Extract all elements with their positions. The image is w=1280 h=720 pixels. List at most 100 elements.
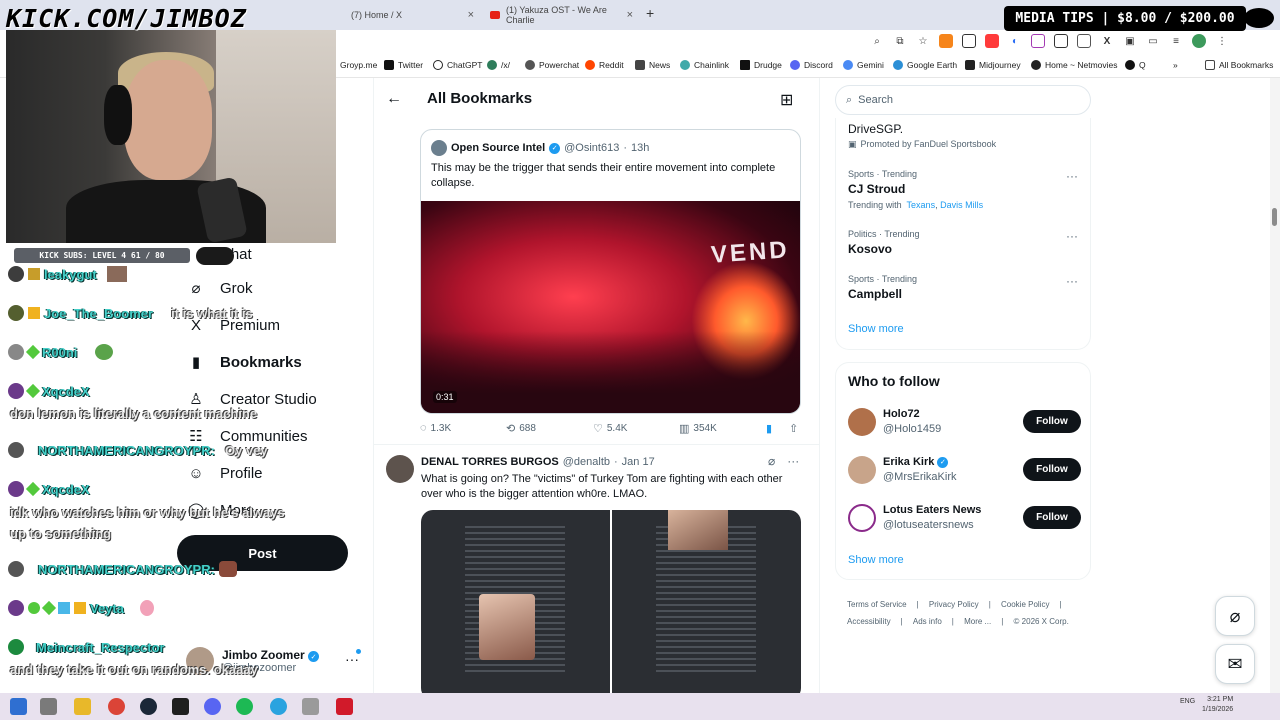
quoted-post[interactable]: Open Source Intel ✓ @Osint613 · 13h This…	[420, 129, 801, 414]
bookmark-news[interactable]: News	[635, 60, 670, 70]
like-button[interactable]: ♡ 5.4K	[593, 422, 627, 435]
new-tab-icon[interactable]: +	[646, 5, 654, 21]
bookmark-x[interactable]: /x/	[487, 60, 510, 70]
more-icon[interactable]: ···	[787, 454, 799, 468]
bookmark-button[interactable]: ▮	[766, 422, 772, 435]
bookmark-q[interactable]: Q	[1125, 60, 1146, 70]
discord-icon[interactable]	[204, 698, 221, 715]
share-button[interactable]: ⇧	[789, 422, 798, 435]
grok-icon[interactable]: ⌀	[768, 454, 775, 468]
puzzle-icon[interactable]: ▣	[1123, 34, 1137, 48]
telegram-icon[interactable]	[270, 698, 287, 715]
follow-button[interactable]: Follow	[1023, 458, 1081, 481]
repost-button[interactable]: ⟲ 688	[506, 422, 536, 435]
trend-item[interactable]: Politics · Trending Kosovo ···	[848, 229, 1084, 256]
more-icon[interactable]: ···	[1066, 229, 1078, 243]
x-logo-icon[interactable]: X	[1100, 34, 1114, 48]
extension-icon[interactable]	[985, 34, 999, 48]
footer-link[interactable]: More ...	[964, 617, 991, 626]
footer-link[interactable]: Cookie Policy	[1001, 600, 1049, 609]
footer-link[interactable]: Privacy Policy	[929, 600, 979, 609]
extension-icon[interactable]: ◐	[1008, 34, 1022, 48]
bookmark-folder-add-icon[interactable]: ⊞	[780, 90, 793, 110]
post[interactable]: DENAL TORRES BURGOS @denaltb · Jan 17 ⌀ …	[374, 445, 819, 693]
follow-button[interactable]: Follow	[1023, 506, 1081, 529]
search-input[interactable]: ⌕ Search	[835, 85, 1091, 115]
avatar[interactable]	[386, 455, 414, 483]
close-icon[interactable]: ×	[627, 9, 633, 21]
system-clock[interactable]: 3:21 PM 1/19/2026	[1202, 695, 1233, 715]
footer-link[interactable]: Terms of Service	[847, 600, 907, 609]
promoted-title[interactable]: DriveSGP.	[848, 122, 903, 136]
spotify-icon[interactable]	[236, 698, 253, 715]
bookmark-google-earth[interactable]: Google Earth	[893, 60, 957, 70]
close-icon[interactable]: ×	[468, 9, 474, 21]
bookmark-discord[interactable]: Discord	[790, 60, 833, 70]
chevron-right-icon[interactable]: »	[1173, 60, 1178, 70]
file-explorer-icon[interactable]	[74, 698, 91, 715]
task-view-icon[interactable]	[40, 698, 57, 715]
user-name: Holo72	[883, 408, 920, 420]
media-image[interactable]	[612, 510, 801, 693]
bookmark-netmovies[interactable]: Home ~ Netmovies	[1031, 60, 1118, 70]
media-image[interactable]	[421, 510, 610, 693]
star-icon[interactable]: ☆	[916, 34, 930, 48]
trend-link[interactable]: Davis Mills	[940, 200, 983, 210]
language-indicator[interactable]: ENG	[1180, 698, 1195, 705]
bookmark-drudge[interactable]: Drudge	[740, 60, 782, 70]
scrollbar-thumb[interactable]	[1272, 208, 1277, 226]
bookmark-all[interactable]: All Bookmarks	[1205, 60, 1273, 70]
post-media[interactable]	[421, 510, 801, 693]
follow-suggestion[interactable]: Lotus Eaters News @lotuseatersnews Follo…	[848, 504, 1084, 536]
app-icon[interactable]	[336, 698, 353, 715]
footer-link[interactable]: Accessibility	[847, 617, 891, 626]
trend-item[interactable]: Sports · Trending CJ Stroud Trending wit…	[848, 169, 1084, 210]
app-icon[interactable]	[302, 698, 319, 715]
grok-button[interactable]: ⌀	[1215, 596, 1255, 636]
zoom-icon[interactable]: ⌕	[870, 34, 884, 48]
video-player[interactable]: VEND 0:31	[421, 201, 800, 413]
kebab-icon[interactable]: ⋮	[1215, 34, 1229, 48]
footer-link[interactable]: Ads info	[913, 617, 942, 626]
extension-icon[interactable]	[1031, 34, 1045, 48]
sidebar-icon[interactable]: ▭	[1146, 34, 1160, 48]
bookmark-midjourney[interactable]: Midjourney	[965, 60, 1021, 70]
bookmark-gemini[interactable]: Gemini	[843, 60, 884, 70]
app-icon[interactable]	[172, 698, 189, 715]
bookmark-twitter[interactable]: Twitter	[384, 60, 423, 70]
check-badge-icon	[28, 602, 40, 614]
scrollbar[interactable]	[1270, 78, 1280, 693]
tab-youtube[interactable]: (1) Yakuza OST - We Are Charlie ×	[484, 4, 639, 26]
more-icon[interactable]: ···	[1066, 169, 1078, 183]
follow-suggestion[interactable]: Erika Kirk ✓ @MrsErikaKirk Follow	[848, 456, 1084, 488]
profile-icon[interactable]	[1192, 34, 1206, 48]
chat-text: it is what it is	[171, 305, 253, 321]
bookmark-chainlink[interactable]: Chainlink	[680, 60, 729, 70]
bookmark-groypme[interactable]: Groyp.me	[340, 60, 377, 70]
menu-icon[interactable]: ≡	[1169, 34, 1183, 48]
discord-icon	[790, 60, 800, 70]
show-more-link[interactable]: Show more	[848, 323, 904, 335]
install-icon[interactable]: ⧉	[893, 34, 907, 48]
follow-suggestion[interactable]: Holo72 @Holo1459 Follow	[848, 408, 1084, 440]
shield-icon[interactable]	[962, 34, 976, 48]
show-more-link[interactable]: Show more	[848, 554, 904, 566]
bookmark-reddit[interactable]: Reddit	[585, 60, 624, 70]
trend-item[interactable]: Sports · Trending Campbell ···	[848, 274, 1084, 301]
views-button[interactable]: ▥ 354K	[679, 422, 717, 435]
back-arrow-icon[interactable]: ←	[386, 90, 402, 108]
tab-home-x[interactable]: (7) Home / X ×	[345, 4, 480, 26]
extension-icon[interactable]	[1077, 34, 1091, 48]
start-icon[interactable]	[10, 698, 27, 715]
more-icon[interactable]: ···	[1066, 274, 1078, 288]
metamask-icon[interactable]	[939, 34, 953, 48]
chrome-icon[interactable]	[108, 698, 125, 715]
bookmark-chatgpt[interactable]: ChatGPT	[433, 60, 482, 70]
steam-icon[interactable]	[140, 698, 157, 715]
follow-button[interactable]: Follow	[1023, 410, 1081, 433]
bookmark-powerchat[interactable]: Powerchat	[525, 60, 579, 70]
reply-button[interactable]: ◌ 1.3K	[420, 422, 451, 434]
extension-icon[interactable]	[1054, 34, 1068, 48]
trend-link[interactable]: Texans	[907, 200, 936, 210]
messages-button[interactable]: ✉	[1215, 644, 1255, 684]
